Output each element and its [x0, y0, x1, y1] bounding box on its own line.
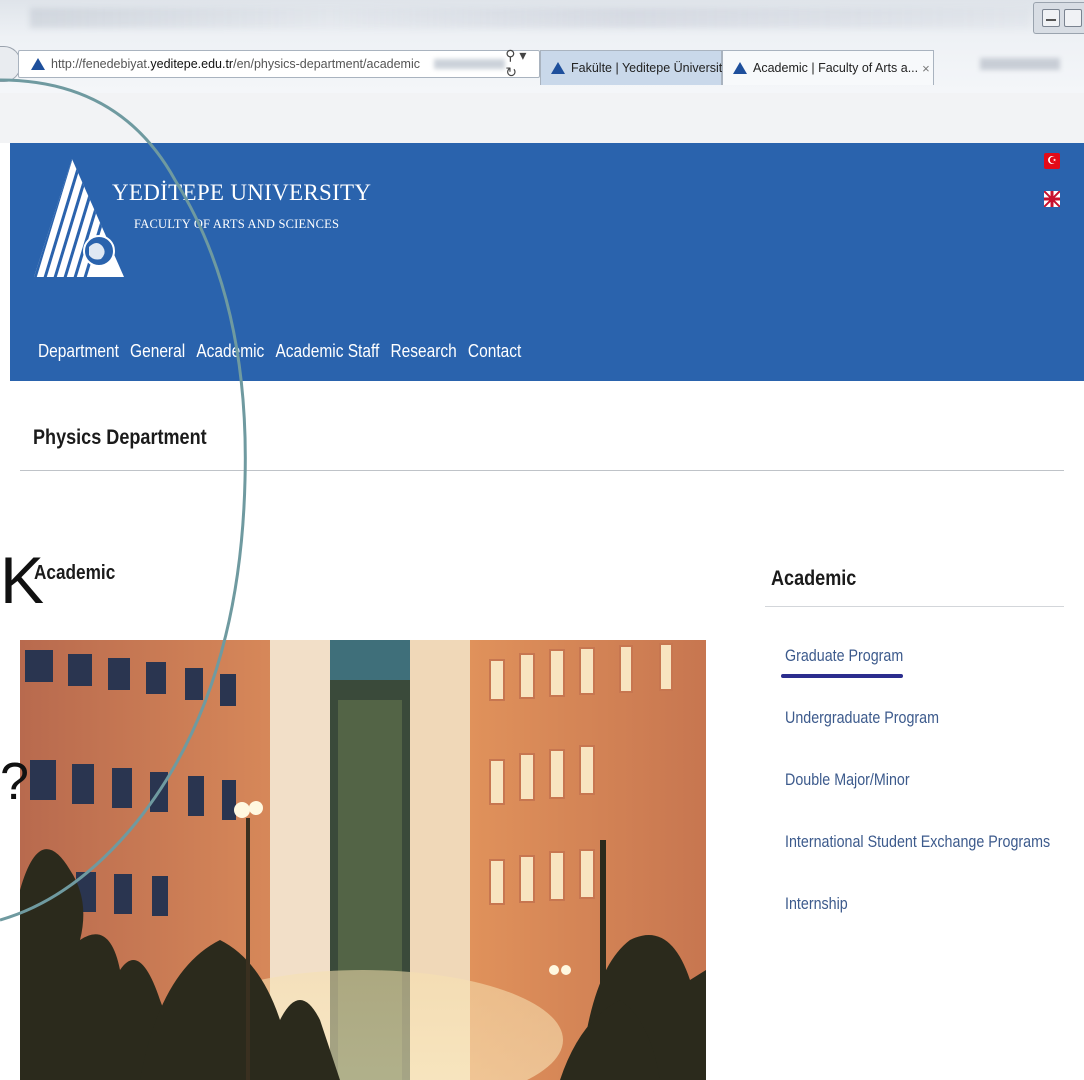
address-bar[interactable]: http://fenedebiyat.yeditepe.edu.tr/en/ph… — [18, 47, 540, 81]
tab-label: Fakülte | Yeditepe Üniversitesi — [571, 61, 739, 75]
sidebar-link-graduate-program[interactable]: Graduate Program — [785, 646, 903, 666]
content-title: Academic — [34, 562, 116, 584]
sidebar-link-undergraduate-program[interactable]: Undergraduate Program — [785, 708, 939, 728]
nav-general[interactable]: General — [130, 341, 185, 362]
site-favicon-icon — [31, 58, 45, 70]
nav-contact[interactable]: Contact — [468, 341, 521, 362]
annotation-glyph-question: ? — [0, 753, 29, 811]
site-header: YEDİTEPE UNIVERSITY FACULTY OF ARTS AND … — [10, 143, 1084, 381]
main-navigation: Department General Academic Academic Sta… — [38, 341, 532, 362]
nav-academic-staff[interactable]: Academic Staff — [275, 341, 379, 362]
maximize-button[interactable] — [1064, 9, 1082, 27]
annotation-glyph-k: K — [0, 543, 45, 617]
divider — [20, 470, 1064, 471]
faculty-name: FACULTY OF ARTS AND SCIENCES — [134, 217, 340, 231]
tab-favicon-icon — [551, 62, 565, 74]
department-title: Physics Department — [33, 426, 207, 449]
browser-chrome: http://fenedebiyat.yeditepe.edu.tr/en/ph… — [0, 0, 1084, 93]
sidebar-divider — [765, 606, 1064, 607]
university-name[interactable]: YEDİTEPE UNIVERSITY — [112, 180, 371, 206]
sidebar-link-double-major-minor[interactable]: Double Major/Minor — [785, 770, 910, 790]
turkish-flag-icon[interactable]: ☪ — [1044, 153, 1060, 169]
search-refresh-icon[interactable]: ⚲ ▾ ↻ — [505, 47, 529, 81]
close-tab-icon[interactable]: × — [922, 61, 930, 76]
tab-academic[interactable]: Academic | Faculty of Arts a... × — [722, 50, 934, 85]
active-link-underline — [781, 674, 903, 678]
window-title-bar — [30, 8, 1030, 28]
url-blurred-region — [434, 59, 506, 69]
page-top-spacer — [0, 93, 1084, 143]
campus-building-photo — [20, 640, 706, 1080]
university-logo-icon[interactable] — [24, 151, 204, 279]
tab-favicon-icon — [733, 62, 747, 74]
nav-research[interactable]: Research — [390, 341, 456, 362]
tab-fakulte[interactable]: Fakülte | Yeditepe Üniversitesi — [540, 50, 738, 85]
tab-label: Academic | Faculty of Arts a... — [753, 61, 919, 75]
sidebar-title: Academic — [771, 567, 857, 590]
minimize-button[interactable] — [1042, 9, 1060, 27]
nav-department[interactable]: Department — [38, 341, 119, 362]
toolbar-blurred-region — [980, 58, 1060, 70]
sidebar-link-international-exchange[interactable]: International Student Exchange Programs — [785, 832, 1050, 852]
nav-academic[interactable]: Academic — [196, 341, 264, 362]
sidebar-link-internship[interactable]: Internship — [785, 894, 848, 914]
window-controls — [1033, 2, 1084, 34]
uk-flag-icon[interactable] — [1044, 191, 1060, 207]
url-text[interactable]: http://fenedebiyat.yeditepe.edu.tr/en/ph… — [51, 57, 420, 71]
